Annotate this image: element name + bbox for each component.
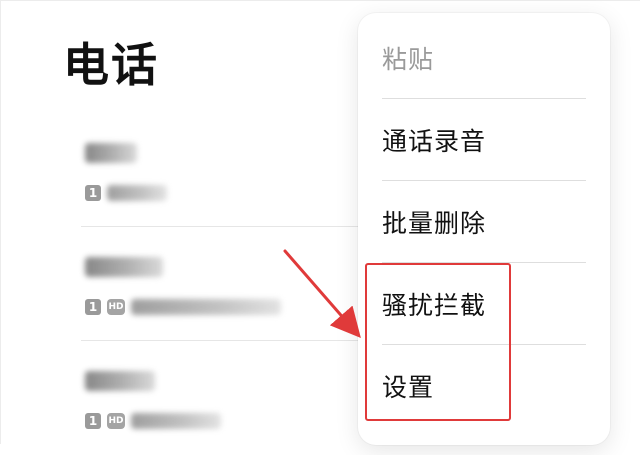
annotation-arrow-icon [283,249,361,339]
phone-app-screen: 电话 1 1 HD 1 HD 粘贴 通话录音 批量删除 骚扰拦截 设置 [0,0,640,445]
